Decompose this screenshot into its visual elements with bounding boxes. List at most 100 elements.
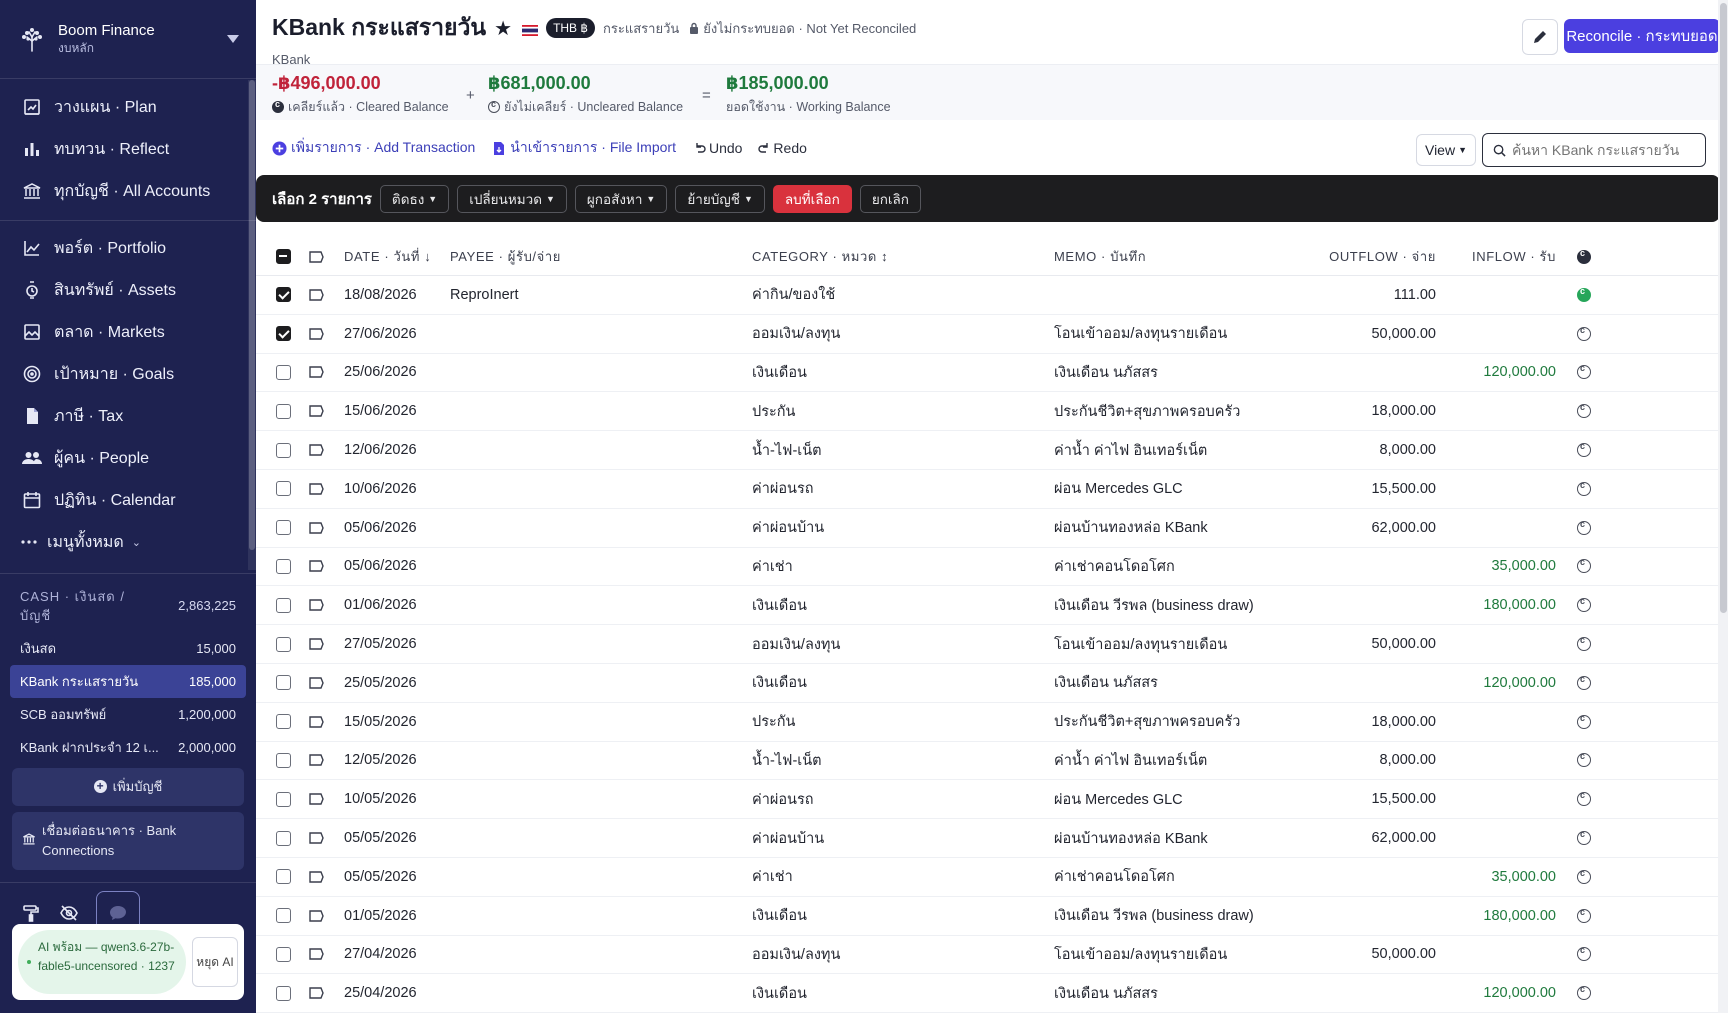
cell-category[interactable]: เงินเดือน	[752, 904, 1054, 927]
nav-item-calendar[interactable]: ปฏิทิน · Calendar	[0, 479, 256, 521]
cell-date[interactable]: 25/06/2026	[338, 364, 450, 380]
table-row[interactable]: 05/06/2026 ค่าผ่อนบ้าน ผ่อนบ้านทองหล่อ K…	[256, 509, 1720, 548]
table-row[interactable]: 27/05/2026 ออมเงิน/ลงทุน โอนเข้าออม/ลงทุ…	[256, 625, 1720, 664]
cell-category[interactable]: ค่าผ่อนรถ	[752, 477, 1054, 500]
table-row[interactable]: 27/06/2026 ออมเงิน/ลงทุน โอนเข้าออม/ลงทุ…	[256, 315, 1720, 354]
nav-item-all-menus[interactable]: เมนูทั้งหมด ⌄	[0, 521, 256, 563]
cell-inflow[interactable]: 120,000.00	[1436, 364, 1556, 380]
cell-inflow[interactable]: 180,000.00	[1436, 597, 1556, 613]
nav-item-portfolio[interactable]: พอร์ต · Portfolio	[0, 227, 256, 269]
table-row[interactable]: 25/05/2026 เงินเดือน เงินเดือน นภัสสร 12…	[256, 664, 1720, 703]
cell-outflow[interactable]: 50,000.00	[1316, 326, 1436, 342]
cell-category[interactable]: ค่ากิน/ของใช้	[752, 283, 1054, 306]
cell-category[interactable]: ออมเงิน/ลงทุน	[752, 633, 1054, 656]
cell-date[interactable]: 12/05/2026	[338, 752, 450, 768]
table-row[interactable]: 12/06/2026 น้ำ-ไฟ-เน็ต ค่าน้ำ ค่าไฟ อินเ…	[256, 431, 1720, 470]
cell-inflow[interactable]: 120,000.00	[1436, 985, 1556, 1001]
cleared-toggle-icon[interactable]	[1577, 907, 1591, 923]
account-item-kbank-fixed[interactable]: KBank ฝากประจำ 12 เ... 2,000,000	[10, 731, 246, 764]
cell-memo[interactable]: ประกันชีวิต+สุขภาพครอบครัว	[1054, 710, 1316, 733]
brand-switcher[interactable]: Boom Finance งบหลัก	[0, 0, 256, 79]
account-item-kbank-current[interactable]: KBank กระแสรายวัน 185,000	[10, 664, 246, 698]
row-checkbox[interactable]	[275, 908, 291, 924]
add-account-button[interactable]: + เพิ่มบัญชี	[12, 767, 244, 806]
cell-inflow[interactable]: 35,000.00	[1436, 558, 1556, 574]
column-outflow[interactable]: OUTFLOW · จ่าย	[1316, 246, 1436, 267]
cell-memo[interactable]: ประกันชีวิต+สุขภาพครอบครัว	[1054, 400, 1316, 423]
paint-roller-icon[interactable]	[20, 902, 42, 924]
table-row[interactable]: 05/06/2026 ค่าเช่า ค่าเช่าคอนโดอโศก 35,0…	[256, 548, 1720, 587]
cell-memo[interactable]: โอนเข้าออม/ลงทุนรายเดือน	[1054, 943, 1316, 966]
cell-memo[interactable]: ผ่อน Mercedes GLC	[1054, 788, 1316, 811]
column-inflow[interactable]: INFLOW · รับ	[1436, 246, 1556, 267]
cancel-selection-button[interactable]: ยกเลิก	[859, 184, 921, 213]
account-item-scb-savings[interactable]: SCB ออมทรัพย์ 1,200,000	[10, 698, 246, 731]
cell-date[interactable]: 05/05/2026	[338, 869, 450, 885]
account-item-cash[interactable]: เงินสด 15,000	[10, 632, 246, 665]
undo-button[interactable]: Undo	[694, 140, 742, 156]
cell-outflow[interactable]: 15,500.00	[1316, 791, 1436, 807]
row-checkbox[interactable]	[275, 558, 291, 574]
register-scrollbar[interactable]	[1718, 0, 1728, 1013]
star-icon[interactable]: ★	[494, 16, 512, 41]
cell-category[interactable]: เงินเดือน	[752, 361, 1054, 384]
cell-outflow[interactable]: 111.00	[1316, 287, 1436, 303]
row-checkbox[interactable]	[275, 714, 291, 730]
cell-date[interactable]: 18/08/2026	[338, 287, 450, 303]
cleared-toggle-icon[interactable]	[1577, 596, 1591, 613]
row-checkbox[interactable]	[275, 675, 291, 691]
cleared-toggle-icon[interactable]	[1577, 286, 1591, 302]
column-date[interactable]: DATE · วันที่ ↓	[338, 246, 450, 267]
cleared-toggle-icon[interactable]	[1577, 751, 1591, 768]
cell-category[interactable]: ค่าผ่อนรถ	[752, 788, 1054, 811]
cleared-toggle-icon[interactable]	[1577, 674, 1591, 690]
cleared-toggle-icon[interactable]	[1577, 557, 1591, 574]
cell-memo[interactable]: โอนเข้าออม/ลงทุนรายเดือน	[1054, 322, 1316, 345]
cell-category[interactable]: ค่าเช่า	[752, 555, 1054, 578]
redo-button[interactable]: Redo	[758, 140, 807, 156]
cleared-toggle-icon[interactable]	[1577, 790, 1591, 807]
table-row[interactable]: 10/06/2026 ค่าผ่อนรถ ผ่อน Mercedes GLC 1…	[256, 470, 1720, 509]
cell-category[interactable]: ออมเงิน/ลงทุน	[752, 322, 1054, 345]
cell-date[interactable]: 10/05/2026	[338, 791, 450, 807]
cell-category[interactable]: ค่าเช่า	[752, 865, 1054, 888]
search-box[interactable]	[1482, 133, 1706, 167]
cell-date[interactable]: 25/05/2026	[338, 675, 450, 691]
nav-item-people[interactable]: ผู้คน · People	[0, 437, 256, 479]
cell-outflow[interactable]: 50,000.00	[1316, 946, 1436, 962]
cell-inflow[interactable]: 35,000.00	[1436, 869, 1556, 885]
cell-category[interactable]: ค่าผ่อนบ้าน	[752, 516, 1054, 539]
cell-category[interactable]: เงินเดือน	[752, 982, 1054, 1005]
row-checkbox[interactable]	[275, 830, 291, 846]
row-checkbox[interactable]	[275, 326, 291, 342]
cleared-toggle-icon[interactable]	[1577, 402, 1591, 419]
cell-outflow[interactable]: 62,000.00	[1316, 830, 1436, 846]
cell-memo[interactable]: โอนเข้าออม/ลงทุนรายเดือน	[1054, 633, 1316, 656]
row-checkbox[interactable]	[275, 985, 291, 1001]
column-payee[interactable]: PAYEE · ผู้รับ/จ่าย	[450, 246, 752, 267]
table-row[interactable]: 01/05/2026 เงินเดือน เงินเดือน วีรพล (bu…	[256, 897, 1720, 936]
cell-payee[interactable]: ReproInert	[450, 287, 752, 303]
cell-memo[interactable]: ค่าน้ำ ค่าไฟ อินเทอร์เน็ต	[1054, 439, 1316, 462]
cell-date[interactable]: 10/06/2026	[338, 481, 450, 497]
bank-connections-button[interactable]: เชื่อมต่อธนาคาร · Bank Connections	[12, 811, 244, 870]
delete-selected-button[interactable]: ลบที่เลือก	[772, 184, 852, 213]
reconcile-button[interactable]: Reconcile · กระทบยอด	[1564, 19, 1720, 53]
cell-category[interactable]: เงินเดือน	[752, 671, 1054, 694]
table-row[interactable]: 10/05/2026 ค่าผ่อนรถ ผ่อน Mercedes GLC 1…	[256, 780, 1720, 820]
nav-item-tax[interactable]: ภาษี · Tax	[0, 395, 256, 437]
cell-outflow[interactable]: 18,000.00	[1316, 403, 1436, 419]
move-account-button[interactable]: ย้ายบัญชี ▼	[675, 184, 765, 213]
cleared-toggle-icon[interactable]	[1577, 829, 1591, 846]
row-checkbox[interactable]	[275, 636, 291, 652]
cell-memo[interactable]: เงินเดือน วีรพล (business draw)	[1054, 904, 1316, 927]
cell-category[interactable]: ประกัน	[752, 710, 1054, 733]
cell-date[interactable]: 05/05/2026	[338, 830, 450, 846]
cleared-toggle-icon[interactable]	[1577, 713, 1591, 729]
cell-inflow[interactable]: 180,000.00	[1436, 908, 1556, 924]
cell-outflow[interactable]: 18,000.00	[1316, 714, 1436, 730]
table-row[interactable]: 18/08/2026 ReproInert ค่ากิน/ของใช้ 111.…	[256, 276, 1720, 315]
eye-off-icon[interactable]	[58, 902, 80, 924]
cell-category[interactable]: น้ำ-ไฟ-เน็ต	[752, 749, 1054, 772]
row-checkbox[interactable]	[275, 597, 291, 613]
